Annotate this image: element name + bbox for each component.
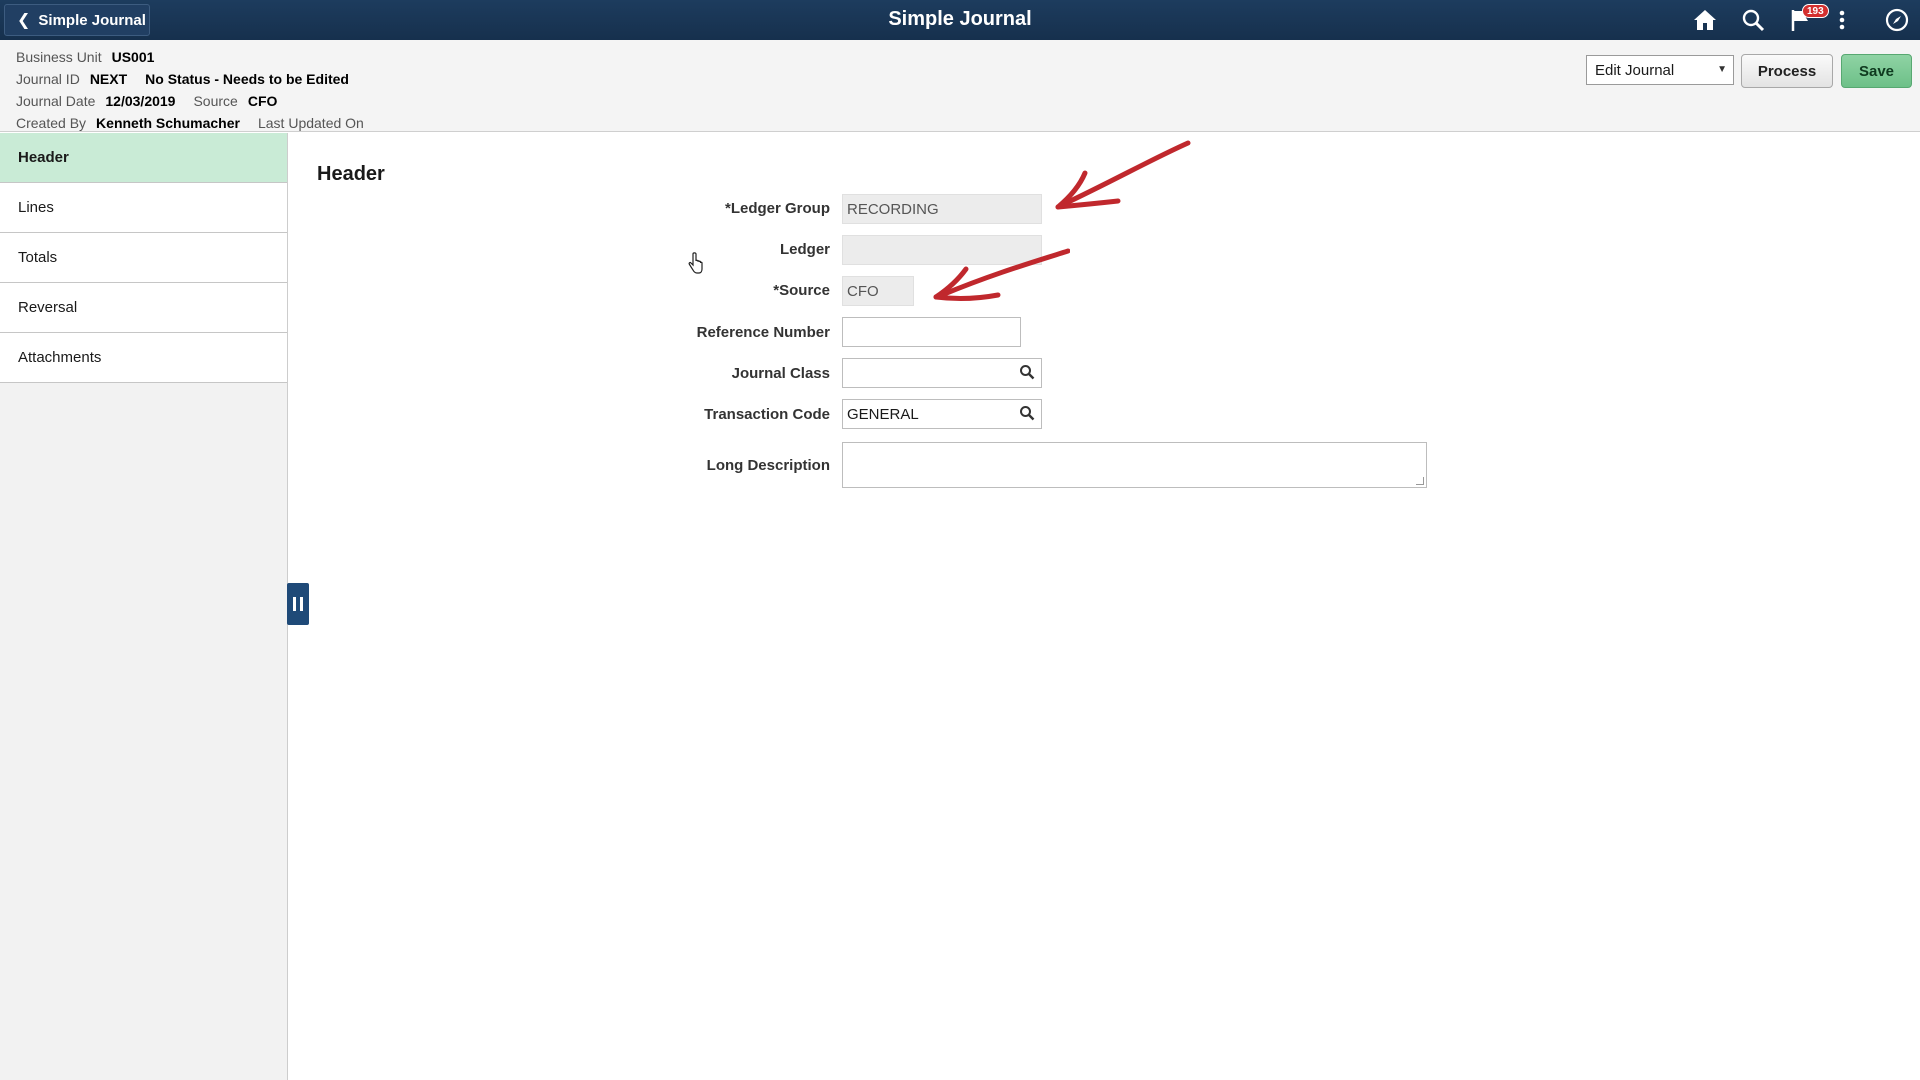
sidebar-item-header[interactable]: Header bbox=[0, 133, 287, 183]
process-button[interactable]: Process bbox=[1741, 54, 1833, 88]
created-by-label: Created By bbox=[16, 115, 87, 131]
ledger-group-field[interactable]: RECORDING bbox=[842, 194, 1042, 224]
more-actions-icon[interactable] bbox=[1834, 6, 1850, 34]
chevron-left-icon: ❮ bbox=[17, 12, 31, 29]
pause-bar-icon bbox=[293, 597, 296, 611]
journal-id-value: NEXT bbox=[89, 71, 128, 87]
journal-date-value: 12/03/2019 bbox=[105, 93, 176, 109]
journal-class-lookup-icon[interactable] bbox=[1019, 364, 1037, 382]
transaction-code-label: Transaction Code bbox=[704, 406, 830, 423]
reference-number-label: Reference Number bbox=[696, 324, 830, 341]
created-by-value: Kenneth Schumacher bbox=[96, 115, 240, 131]
journal-date-label: Journal Date bbox=[16, 93, 96, 109]
sidebar-nav: Header Lines Totals Reversal Attachments bbox=[0, 133, 288, 1080]
source-value: CFO bbox=[247, 93, 278, 109]
source-field[interactable]: CFO bbox=[842, 276, 914, 306]
back-button-label: Simple Journal bbox=[38, 11, 146, 29]
business-unit-value: US001 bbox=[111, 49, 155, 65]
annotation-arrow-icon bbox=[1055, 140, 1191, 210]
navbar-compass-icon[interactable] bbox=[1882, 6, 1912, 34]
page-title: Simple Journal bbox=[888, 8, 1032, 30]
section-title: Header bbox=[317, 163, 385, 185]
back-button[interactable]: ❮ Simple Journal bbox=[4, 4, 150, 36]
sidebar-collapse-handle[interactable] bbox=[287, 583, 309, 625]
transaction-code-lookup-icon[interactable] bbox=[1019, 405, 1037, 423]
ledger-label: Ledger bbox=[779, 241, 830, 258]
notification-count-badge: 193 bbox=[1802, 4, 1829, 18]
transaction-code-value: GENERAL bbox=[847, 406, 919, 423]
journal-info-strip: Business Unit US001 Journal ID NEXT No S… bbox=[0, 40, 1920, 132]
pause-bar-icon bbox=[300, 597, 303, 611]
last-updated-label: Last Updated On bbox=[257, 115, 364, 131]
source-field-label: *Source bbox=[773, 282, 830, 299]
top-banner: ❮ Simple Journal Simple Journal 193 bbox=[0, 0, 1920, 40]
save-button[interactable]: Save bbox=[1841, 54, 1912, 88]
journal-id-label: Journal ID bbox=[16, 71, 80, 87]
business-unit-label: Business Unit bbox=[16, 49, 102, 65]
source-label: Source bbox=[193, 93, 238, 109]
reference-number-field[interactable] bbox=[842, 317, 1021, 347]
notification-flag-icon[interactable]: 193 bbox=[1786, 4, 1829, 34]
transaction-code-field[interactable]: GENERAL bbox=[842, 399, 1042, 429]
journal-class-field[interactable] bbox=[842, 358, 1042, 388]
dropdown-arrow-icon: ▼ bbox=[1717, 64, 1727, 75]
long-description-label: Long Description bbox=[706, 457, 830, 474]
hand-pointer-icon bbox=[688, 252, 704, 281]
resize-handle-icon[interactable] bbox=[1416, 477, 1424, 485]
ledger-group-label: *Ledger Group bbox=[724, 200, 830, 217]
sidebar-item-attachments[interactable]: Attachments bbox=[0, 333, 287, 383]
long-description-field[interactable] bbox=[842, 442, 1427, 488]
sidebar-item-totals[interactable]: Totals bbox=[0, 233, 287, 283]
search-icon[interactable] bbox=[1738, 6, 1768, 34]
sidebar-item-lines[interactable]: Lines bbox=[0, 183, 287, 233]
journal-status: No Status - Needs to be Edited bbox=[145, 71, 349, 87]
home-icon[interactable] bbox=[1690, 6, 1720, 34]
ledger-field[interactable] bbox=[842, 235, 1042, 265]
action-select[interactable]: Edit Journal ▼ bbox=[1586, 55, 1734, 85]
journal-class-label: Journal Class bbox=[731, 365, 830, 382]
action-select-value: Edit Journal bbox=[1595, 62, 1675, 79]
sidebar-item-reversal[interactable]: Reversal bbox=[0, 283, 287, 333]
